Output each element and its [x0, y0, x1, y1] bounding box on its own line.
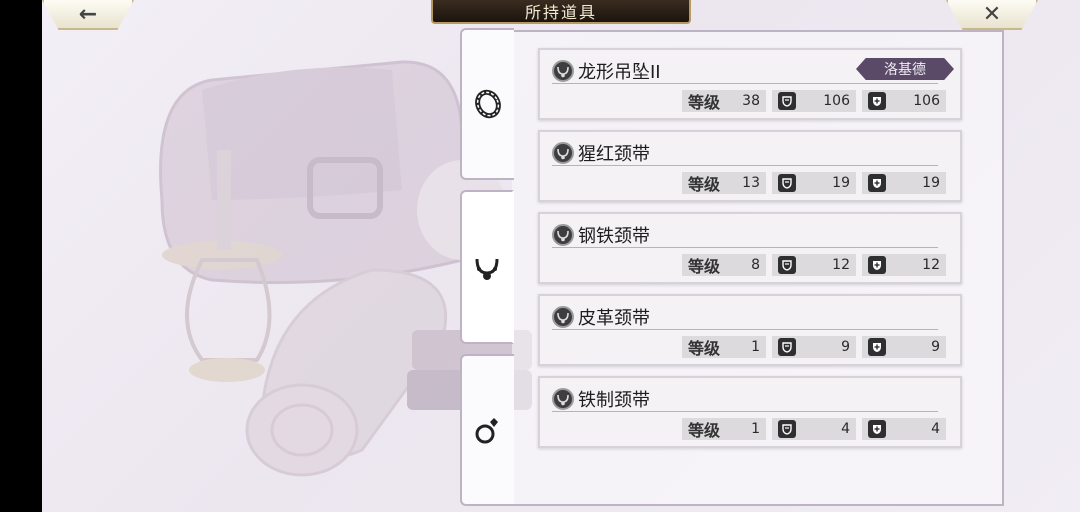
- defense-shield-icon: [778, 92, 796, 110]
- defense-stat: 12: [772, 254, 856, 276]
- defense-shield-icon: [778, 256, 796, 274]
- resistance-value: 12: [922, 257, 940, 273]
- item-card[interactable]: 龙形吊坠II 洛基德 等级 38 106 106: [538, 48, 962, 120]
- item-card[interactable]: 猩红颈带 等级 13 19 19: [538, 130, 962, 202]
- defense-value: 106: [823, 93, 850, 109]
- page-title-text: 所持道具: [524, 3, 597, 22]
- back-arrow-icon: ←: [78, 1, 98, 27]
- item-name-row: 皮革颈带: [552, 304, 938, 330]
- level-value: 38: [742, 93, 760, 109]
- item-name: 铁制颈带: [578, 389, 650, 411]
- necklace-item-icon: [552, 59, 574, 82]
- item-name: 龙形吊坠II: [578, 61, 661, 83]
- level-label: 等级: [688, 421, 721, 440]
- defense-value: 12: [832, 257, 850, 273]
- necklace-item-icon: [552, 305, 574, 328]
- resistance-value: 9: [931, 339, 940, 355]
- tab-bracelet[interactable]: [460, 28, 514, 180]
- item-card[interactable]: 皮革颈带 等级 1 9 9: [538, 294, 962, 366]
- item-card[interactable]: 铁制颈带 等级 1 4 4: [538, 376, 962, 448]
- level-label: 等级: [688, 175, 721, 194]
- level-value: 1: [751, 421, 760, 437]
- resistance-value: 106: [913, 93, 940, 109]
- bracelet-icon: [475, 89, 501, 119]
- item-card[interactable]: 钢铁颈带 等级 8 12 12: [538, 212, 962, 284]
- item-stats: 等级 8 12 12: [682, 254, 946, 276]
- resistance-shield-icon: [868, 92, 886, 110]
- defense-value: 4: [841, 421, 850, 437]
- defense-stat: 4: [772, 418, 856, 440]
- resistance-stat: 4: [862, 418, 946, 440]
- defense-stat: 19: [772, 172, 856, 194]
- tab-ring[interactable]: [460, 354, 514, 506]
- level-label: 等级: [688, 339, 721, 358]
- necklace-item-icon: [552, 387, 574, 410]
- resistance-shield-icon: [868, 174, 886, 192]
- level-value: 8: [751, 257, 760, 273]
- necklace-item-icon: [552, 223, 574, 246]
- level-label: 等级: [688, 93, 721, 112]
- defense-shield-icon: [778, 338, 796, 356]
- level-stat: 等级 8: [682, 254, 766, 276]
- ring-icon: [475, 418, 498, 444]
- resistance-stat: 19: [862, 172, 946, 194]
- resistance-shield-icon: [868, 420, 886, 438]
- necklace-icon: [475, 258, 499, 280]
- defense-value: 9: [841, 339, 850, 355]
- defense-shield-icon: [778, 174, 796, 192]
- item-stats: 等级 13 19 19: [682, 172, 946, 194]
- level-stat: 等级 13: [682, 172, 766, 194]
- resistance-stat: 12: [862, 254, 946, 276]
- resistance-value: 19: [922, 175, 940, 191]
- item-name: 猩红颈带: [578, 143, 650, 165]
- page-title: 所持道具: [431, 0, 691, 24]
- defense-stat: 9: [772, 336, 856, 358]
- resistance-value: 4: [931, 421, 940, 437]
- resistance-shield-icon: [868, 338, 886, 356]
- resistance-stat: 9: [862, 336, 946, 358]
- level-stat: 等级 1: [682, 336, 766, 358]
- level-value: 1: [751, 339, 760, 355]
- defense-value: 19: [832, 175, 850, 191]
- item-stats: 等级 38 106 106: [682, 90, 946, 112]
- resistance-shield-icon: [868, 256, 886, 274]
- defense-shield-icon: [778, 420, 796, 438]
- item-stats: 等级 1 9 9: [682, 336, 946, 358]
- owner-badge: 洛基德: [856, 58, 954, 80]
- item-name-row: 钢铁颈带: [552, 222, 938, 248]
- level-label: 等级: [688, 257, 721, 276]
- item-name: 皮革颈带: [578, 307, 650, 329]
- tab-necklace[interactable]: [460, 190, 514, 344]
- level-stat: 等级 1: [682, 418, 766, 440]
- item-name: 钢铁颈带: [578, 225, 650, 247]
- item-stats: 等级 1 4 4: [682, 418, 946, 440]
- item-name-row: 铁制颈带: [552, 386, 938, 412]
- resistance-stat: 106: [862, 90, 946, 112]
- item-name-row: 猩红颈带: [552, 140, 938, 166]
- necklace-item-icon: [552, 141, 574, 164]
- level-stat: 等级 38: [682, 90, 766, 112]
- level-value: 13: [742, 175, 760, 191]
- close-icon: ✕: [982, 1, 1002, 27]
- defense-stat: 106: [772, 90, 856, 112]
